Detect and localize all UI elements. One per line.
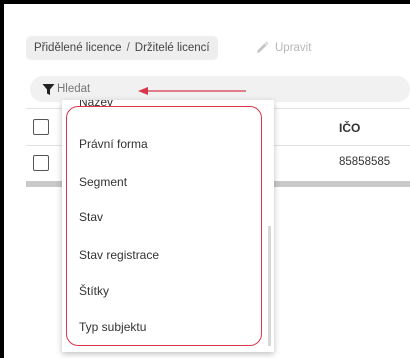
dropdown-item-segment[interactable]: Segment	[79, 175, 127, 189]
edit-button-label: Upravit	[275, 42, 312, 54]
dropdown-item-pravni-forma[interactable]: Právní forma	[79, 137, 148, 151]
breadcrumb-item-assigned-licenses[interactable]: Přidělené licence	[34, 42, 122, 54]
column-header-ico[interactable]: IČO	[339, 121, 360, 135]
dropdown-item-stav[interactable]: Stav	[79, 210, 103, 224]
filter-funnel-icon[interactable]	[42, 83, 55, 96]
dropdown-scrollbar[interactable]	[268, 226, 271, 346]
breadcrumb-separator: /	[126, 42, 130, 54]
filter-field-dropdown: Název Právní forma Segment Stav Stav reg…	[62, 100, 274, 352]
dropdown-item-typ-subjektu[interactable]: Typ subjektu	[79, 320, 146, 334]
edit-button[interactable]: Upravit	[255, 36, 311, 60]
row-checkbox[interactable]	[33, 155, 49, 171]
pencil-icon	[257, 41, 269, 53]
dropdown-item-stitky[interactable]: Štítky	[79, 284, 109, 298]
breadcrumb: Přidělené licence / Držitelé licencí	[26, 36, 218, 60]
breadcrumb-item-license-holders: Držitelé licencí	[134, 42, 210, 54]
annotation-arrow	[138, 87, 246, 95]
select-all-checkbox[interactable]	[33, 119, 49, 135]
cell-ico: 85858585	[339, 156, 391, 168]
dropdown-item-stav-registrace[interactable]: Stav registrace	[79, 248, 159, 262]
dropdown-item-nazev[interactable]: Název	[79, 100, 113, 109]
